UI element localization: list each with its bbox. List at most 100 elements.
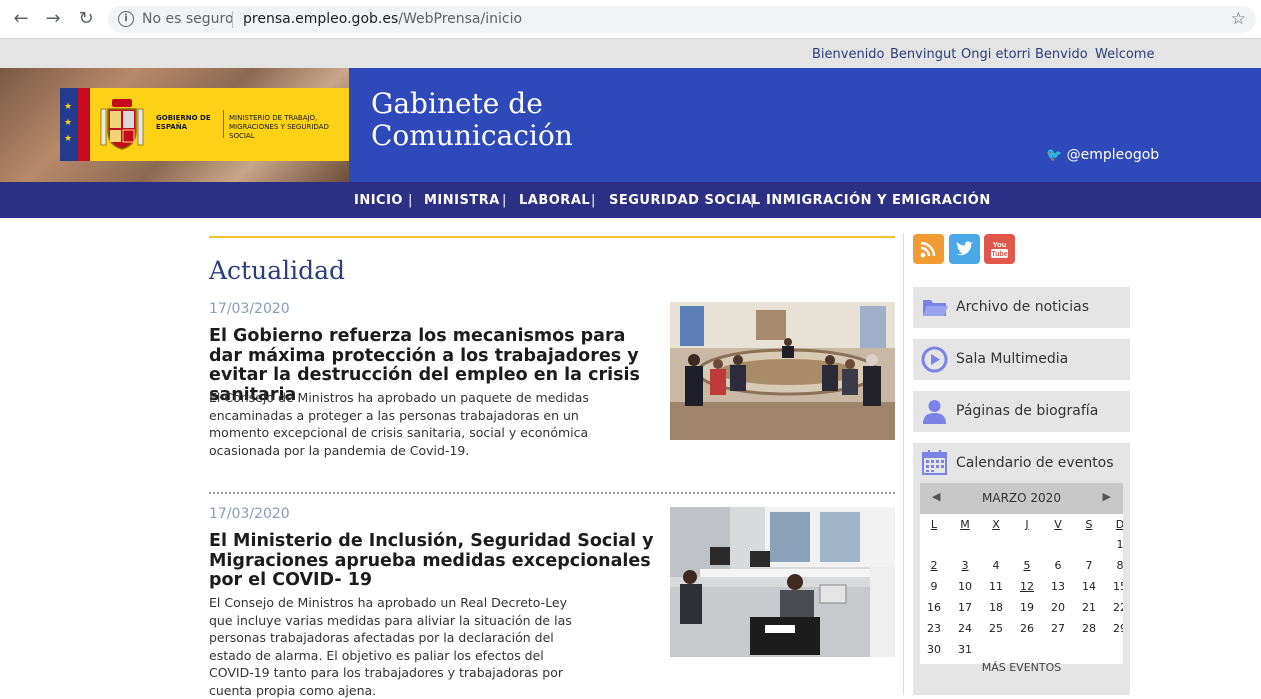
calendar-day: 22 <box>1113 601 1123 614</box>
calendar-day: 17 <box>958 601 972 614</box>
calendar-weekday: D <box>1115 518 1123 531</box>
calendar-day: 25 <box>989 622 1003 635</box>
calendar-day: 4 <box>992 559 1000 572</box>
news-date: 17/03/2020 <box>209 301 290 317</box>
youtube-button[interactable]: You Tube <box>984 234 1015 264</box>
council-meeting-image <box>670 302 895 440</box>
lang-link-ca[interactable]: Benvingut <box>890 47 956 62</box>
calendar-day: 29 <box>1113 622 1123 635</box>
calendar-grid: LMXJVSD123456789101112131415161718192021… <box>920 514 1123 664</box>
nav-separator: | <box>591 193 596 208</box>
calendar-day: 14 <box>1082 580 1096 593</box>
calendar-day: 24 <box>958 622 972 635</box>
url-text[interactable]: prensa.empleo.gob.es/WebPrensa/inicio <box>243 11 522 27</box>
flag-stripe <box>78 88 90 161</box>
news-photo-office[interactable] <box>670 507 895 657</box>
nav-separator: | <box>502 193 507 208</box>
next-month-icon[interactable]: ▶ <box>1103 490 1111 503</box>
twitter-bird-icon: 🐦 <box>1046 148 1063 163</box>
news-date: 17/03/2020 <box>209 506 290 522</box>
lang-link-gl[interactable]: Benvido <box>1035 47 1088 62</box>
calendar-day[interactable]: 2 <box>920 559 948 572</box>
address-divider <box>232 11 233 28</box>
government-logo[interactable]: ★ ★ ★ GOBIERNO DE ESPAÑA MINISTERIO DE T… <box>60 88 349 161</box>
nav-separator: | <box>408 193 413 208</box>
news-divider <box>209 492 895 494</box>
eu-flag: ★ ★ ★ <box>60 88 78 161</box>
header-photo: ★ ★ ★ GOBIERNO DE ESPAÑA MINISTERIO DE T… <box>0 68 349 182</box>
calendar-icon <box>922 450 947 475</box>
browser-toolbar: ← → ↻ i No es seguro prensa.empleo.gob.e… <box>0 0 1261 39</box>
news-summary: El Consejo de Ministros ha aprobado un p… <box>209 390 589 458</box>
calendar-day: 6 <box>1054 559 1062 572</box>
news-summary: El Consejo de Ministros ha aprobado un R… <box>209 595 572 698</box>
lang-link-en[interactable]: Welcome <box>1095 47 1154 62</box>
lang-link-es[interactable]: Bienvenido <box>812 47 885 62</box>
forward-arrow-icon[interactable]: → <box>42 8 64 30</box>
sidebar-link-multimedia[interactable]: Sala Multimedia <box>913 339 1130 380</box>
svg-text:Tube: Tube <box>991 251 1007 258</box>
back-arrow-icon[interactable]: ← <box>10 8 32 30</box>
rss-icon <box>920 241 936 258</box>
nav-item-inmigracion[interactable]: INMIGRACIÓN Y EMIGRACIÓN <box>766 193 991 208</box>
calendar-day: 10 <box>958 580 972 593</box>
address-bar[interactable]: i No es seguro prensa.empleo.gob.es/WebP… <box>108 6 1256 33</box>
event-calendar: Calendario de eventos ◀ MARZO 2020 ▶ L M X… <box>913 443 1130 695</box>
calendar-weekday: L <box>930 518 938 531</box>
calendar-day: 18 <box>989 601 1003 614</box>
calendar-weekday: M <box>960 518 970 531</box>
calendar-day: 9 <box>930 580 938 593</box>
nav-item-laboral[interactable]: LABORAL <box>519 193 590 208</box>
calendar-day[interactable]: 5 <box>1013 559 1041 572</box>
twitter-icon <box>956 241 973 256</box>
calendar-day: 13 <box>1051 580 1065 593</box>
twitter-button[interactable] <box>949 234 980 264</box>
calendar-day: 20 <box>1051 601 1065 614</box>
nav-item-seguridad-social[interactable]: SEGURIDAD SOCIAL <box>609 193 761 208</box>
lang-link-eu[interactable]: Ongi etorri <box>961 47 1031 62</box>
language-bar: Bienvenido Benvingut Ongi etorri Benvido… <box>0 39 1261 68</box>
news-headline[interactable]: El Ministerio de Inclusión, Seguridad So… <box>209 531 659 591</box>
logo-divider <box>223 110 224 138</box>
calendar-day: 23 <box>927 622 941 635</box>
calendar-day: 8 <box>1116 559 1124 572</box>
rss-button[interactable] <box>913 234 944 264</box>
calendar-day[interactable]: 3 <box>951 559 979 572</box>
sidebar-link-archivo[interactable]: Archivo de noticias <box>913 287 1130 328</box>
calendar-day[interactable]: 12 <box>1013 580 1041 593</box>
calendar-day: 15 <box>1113 580 1123 593</box>
twitter-link[interactable]: 🐦 @empleogob <box>1046 147 1159 163</box>
bookmark-star-icon[interactable]: ☆ <box>1231 9 1246 29</box>
news-photo-council[interactable] <box>670 302 895 440</box>
nav-item-ministra[interactable]: MINISTRA <box>424 193 500 208</box>
play-circle-icon <box>921 346 948 373</box>
gov-wordmark: GOBIERNO DE ESPAÑA <box>156 114 211 131</box>
calendar-day: 26 <box>1020 622 1034 635</box>
url-host: prensa.empleo.gob.es <box>243 11 399 27</box>
calendar-day: 21 <box>1082 601 1096 614</box>
sidebar-link-label: Archivo de noticias <box>956 299 1090 315</box>
more-events-link[interactable]: MÁS EVENTOS <box>913 661 1130 674</box>
coat-of-arms-icon <box>100 99 144 150</box>
sidebar-divider <box>903 233 904 695</box>
calendar-month: MARZO 2020 <box>982 491 1061 505</box>
eu-star-icon: ★ <box>64 118 73 128</box>
eu-star-icon: ★ <box>64 102 73 112</box>
folder-icon <box>923 300 948 316</box>
security-label: No es seguro <box>142 11 234 27</box>
site-header: ★ ★ ★ GOBIERNO DE ESPAÑA MINISTERIO DE T… <box>0 68 1261 182</box>
site-title[interactable]: Gabinete de Comunicación <box>371 88 671 152</box>
sidebar-link-label: Sala Multimedia <box>956 351 1069 367</box>
eu-star-icon: ★ <box>64 134 73 144</box>
sidebar-link-biografia[interactable]: Páginas de biografía <box>913 391 1130 432</box>
section-top-rule <box>209 236 895 238</box>
svg-text:You: You <box>993 240 1007 249</box>
info-icon[interactable]: i <box>118 11 134 27</box>
calendar-day: 31 <box>958 643 972 656</box>
reload-icon[interactable]: ↻ <box>75 8 97 30</box>
calendar-day: 1 <box>1116 538 1124 551</box>
nav-item-inicio[interactable]: INICIO <box>354 193 403 208</box>
calendar-day: 30 <box>927 643 941 656</box>
calendar-day: 16 <box>927 601 941 614</box>
office-workers-image <box>670 507 895 657</box>
